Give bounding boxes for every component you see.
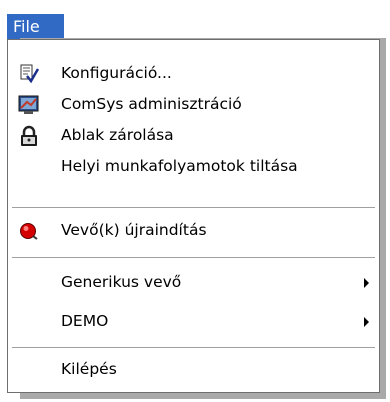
red-record-icon — [18, 220, 40, 242]
menu-separator — [12, 207, 375, 209]
menu-item-label: Generikus vevő — [61, 273, 182, 291]
menu-item-label: Kilépés — [61, 360, 117, 378]
file-dropdown-menu: Konfiguráció... ComSys adminisztráció Ab… — [7, 39, 380, 393]
menu-item-comsys[interactable]: ComSys adminisztráció — [8, 89, 379, 121]
menu-item-ablak-zarolasa[interactable]: Ablak zárolása — [8, 120, 379, 152]
menu-item-vevok-ujrainditas[interactable]: Vevő(k) újraindítás — [8, 215, 379, 247]
comsys-admin-icon — [18, 94, 40, 116]
menu-separator — [12, 257, 375, 259]
menu-item-demo[interactable]: DEMO — [8, 306, 379, 338]
menu-separator — [12, 347, 375, 349]
menu-item-kilepes[interactable]: Kilépés — [8, 354, 379, 386]
menu-item-konfiguracio[interactable]: Konfiguráció... — [8, 58, 379, 90]
file-menu-title[interactable]: File — [7, 14, 64, 39]
menu-item-label: Ablak zárolása — [61, 126, 174, 144]
submenu-arrow-icon — [364, 317, 369, 327]
menu-item-label: Vevő(k) újraindítás — [61, 221, 207, 239]
menu-item-label: ComSys adminisztráció — [61, 95, 242, 113]
menu-item-label: Helyi munkafolyamotok tiltása — [61, 157, 298, 175]
menu-item-label: DEMO — [61, 312, 109, 330]
menu-item-label: Konfiguráció... — [61, 64, 172, 82]
lock-icon — [18, 125, 40, 147]
menu-item-helyi-munkafolyamatok[interactable]: Helyi munkafolyamotok tiltása — [8, 151, 379, 183]
submenu-arrow-icon — [364, 278, 369, 288]
menubar: File — [0, 0, 390, 40]
config-checklist-icon — [18, 63, 40, 85]
menu-item-generikus-vevo[interactable]: Generikus vevő — [8, 267, 379, 299]
